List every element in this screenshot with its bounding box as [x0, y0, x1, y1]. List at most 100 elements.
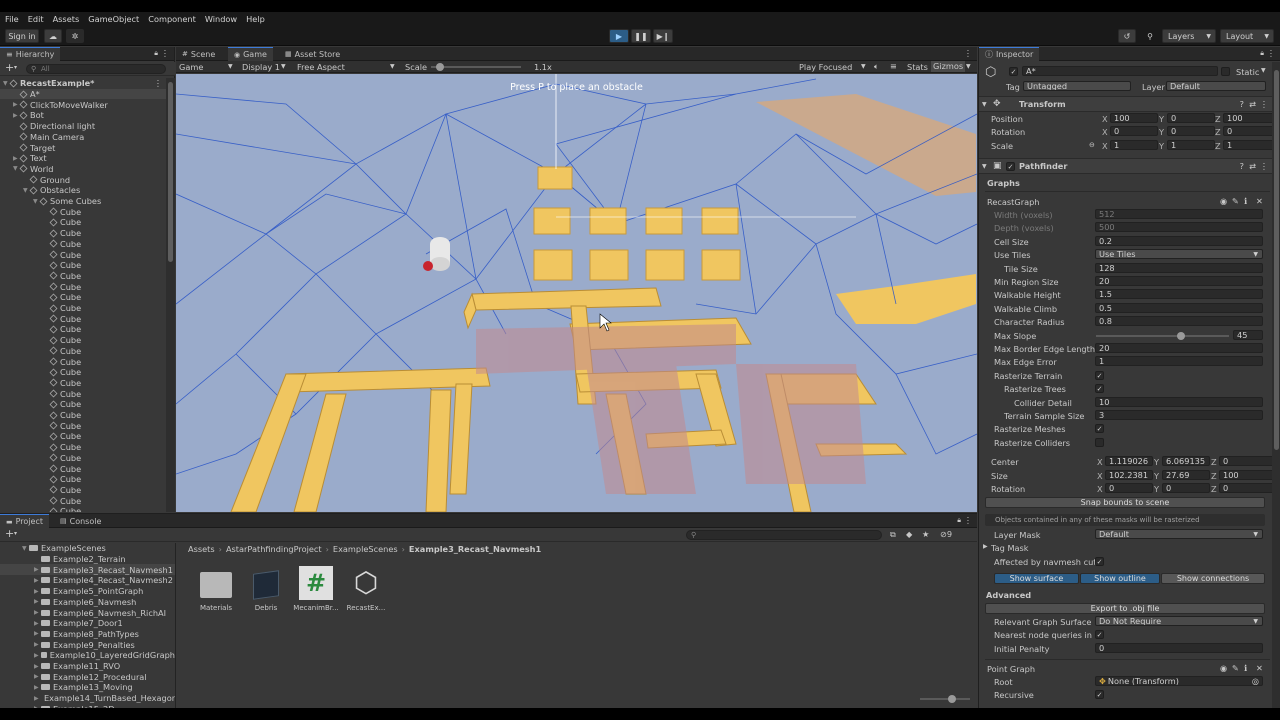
bounds-rotation-x-field[interactable]: 0 [1105, 483, 1153, 493]
scale-slider-thumb[interactable] [436, 63, 444, 71]
kebab-menu-icon[interactable]: ⋮ [154, 78, 162, 88]
hierarchy-item[interactable]: ▼ RecastExample* ⋮ [0, 78, 166, 89]
hierarchy-item[interactable]: Cube [0, 453, 166, 464]
hierarchy-item[interactable]: A* [0, 88, 166, 100]
size-y-field[interactable]: 27.69 [1162, 469, 1210, 480]
snap-bounds-button[interactable]: Snap bounds to scene [985, 497, 1265, 508]
hierarchy-item[interactable]: Cube [0, 442, 166, 453]
foldout-icon[interactable]: ▶ [983, 543, 988, 550]
folder-tree-item[interactable]: ▶ Example12_Procedural [0, 671, 175, 682]
hierarchy-item[interactable]: Cube [0, 388, 166, 399]
bounds-rotation-z-field[interactable]: 0 [1219, 483, 1272, 493]
search-icon[interactable]: ⚲ [1141, 29, 1159, 43]
folder-tree-item[interactable]: ▶ Example15_2D [0, 704, 175, 708]
field-value-input[interactable]: 512 [1095, 209, 1263, 219]
hierarchy-item[interactable]: Main Camera [0, 132, 166, 143]
hierarchy-item[interactable]: Cube [0, 346, 166, 357]
hierarchy-item[interactable]: Cube [0, 495, 166, 506]
hierarchy-item[interactable]: Cube [0, 228, 166, 239]
folder-tree-item[interactable]: ▼ ExampleScenes [0, 543, 175, 554]
close-icon[interactable]: ✕ [1256, 663, 1263, 673]
asset-item[interactable]: # MecanimBr... [292, 566, 340, 612]
navmesh-cuts-checkbox[interactable]: ✓ [1095, 556, 1104, 566]
scale-z-field[interactable]: 1 [1223, 139, 1272, 150]
object-name-field[interactable]: A* [1022, 66, 1218, 76]
foldout-icon[interactable]: ▶ [34, 673, 41, 680]
field-value-input[interactable]: 10 [1095, 396, 1263, 407]
folder-tree-item[interactable]: ▶ Example10_LayeredGridGraph [0, 650, 175, 661]
hierarchy-item[interactable]: Cube [0, 249, 166, 260]
hierarchy-item[interactable]: Cube [0, 313, 166, 324]
cloud-icon[interactable]: ☁ [44, 29, 62, 43]
field-checkbox[interactable]: ✓ [1095, 384, 1104, 394]
hierarchy-item[interactable]: Directional light [0, 121, 166, 132]
kebab-menu-icon[interactable]: ⋮ [161, 48, 169, 58]
history-icon[interactable]: ↺ [1118, 29, 1136, 43]
step-button[interactable]: ▶❙ [653, 29, 673, 43]
menu-item-component[interactable]: Component [148, 14, 196, 24]
field-checkbox[interactable]: ✓ [1095, 370, 1104, 380]
hierarchy-item[interactable]: Cube [0, 356, 166, 367]
field-value-input[interactable]: 20 [1095, 343, 1263, 353]
field-checkbox[interactable] [1095, 437, 1104, 447]
hierarchy-item[interactable]: Cube [0, 506, 166, 512]
foldout-icon[interactable]: ▶ [34, 588, 41, 595]
chevron-down-icon[interactable]: ▾ [14, 530, 17, 537]
folder-tree-item[interactable]: ▶ Example9_Penalties [0, 639, 175, 650]
foldout-icon[interactable]: ▼ [982, 163, 987, 170]
display-dropdown[interactable]: Display 1 [242, 62, 280, 72]
field-value-input[interactable]: 0.2 [1095, 235, 1263, 246]
layer-mask-dropdown[interactable]: Default ▼ [1095, 529, 1263, 539]
rotation-y-field[interactable]: 0 [1167, 126, 1215, 137]
scale-x-field[interactable]: 1 [1110, 139, 1158, 150]
show-outline-button[interactable]: Show outline [1080, 572, 1160, 584]
center-y-field[interactable]: 6.069135 [1162, 456, 1210, 467]
component-enabled-checkbox[interactable]: ✓ [1006, 162, 1015, 171]
tab-console[interactable]: ▤ Console [54, 514, 107, 528]
field-value-input[interactable]: 1 [1095, 356, 1263, 367]
foldout-icon[interactable]: ▶ [34, 566, 41, 573]
eye-icon[interactable]: ◉ [1220, 196, 1227, 206]
tag-dropdown[interactable]: Untagged [1023, 81, 1131, 91]
kebab-menu-icon[interactable]: ⋮ [1260, 99, 1268, 109]
tab-hierarchy[interactable]: ≡ Hierarchy [0, 47, 61, 61]
folder-tree-item[interactable]: ▶ Example7_Door1 [0, 618, 175, 629]
settings-icon[interactable]: ≡ [890, 61, 897, 71]
foldout-icon[interactable]: ▶ [34, 620, 41, 627]
menu-item-gameobject[interactable]: GameObject [88, 14, 139, 24]
hierarchy-item[interactable]: Cube [0, 399, 166, 410]
lock-icon[interactable]: 🔒︎ [154, 49, 158, 58]
help-icon[interactable]: ? [1240, 161, 1244, 171]
hierarchy-item[interactable]: Cube [0, 239, 166, 250]
stats-button[interactable]: Stats [907, 62, 928, 72]
folder-tree-item[interactable]: ▶ Example8_PathTypes [0, 629, 175, 640]
menu-item-help[interactable]: Help [246, 14, 265, 24]
scale-y-field[interactable]: 1 [1167, 139, 1215, 150]
hierarchy-item[interactable]: Cube [0, 303, 166, 314]
scrollbar-thumb[interactable] [1274, 70, 1279, 450]
hierarchy-item[interactable]: Cube [0, 217, 166, 228]
close-icon[interactable]: ✕ [1256, 196, 1263, 206]
hierarchy-item[interactable]: Cube [0, 463, 166, 474]
foldout-icon[interactable]: ▼ [22, 545, 29, 552]
menu-item-edit[interactable]: Edit [28, 14, 44, 24]
game-mode-dropdown[interactable]: Game [179, 62, 203, 72]
hierarchy-item[interactable]: Cube [0, 271, 166, 282]
layers-dropdown[interactable]: Layers ▼ [1162, 29, 1216, 43]
position-y-field[interactable]: 0 [1167, 113, 1215, 123]
hierarchy-item[interactable]: Cube [0, 281, 166, 292]
object-picker-icon[interactable]: ◎ [1252, 677, 1259, 685]
help-icon[interactable]: ? [1240, 99, 1244, 109]
hierarchy-item[interactable]: Cube [0, 324, 166, 335]
component-header[interactable]: ▼ ▣ ✓ Pathfinder? ⇄ ⋮ [979, 158, 1272, 174]
game-viewport[interactable] [176, 74, 977, 512]
add-icon[interactable]: + [5, 62, 14, 74]
layer-dropdown[interactable]: Default [1166, 81, 1266, 91]
tab-inspector[interactable]: ⓘ Inspector [979, 47, 1040, 61]
relevant-surface-dropdown[interactable]: Do Not Require ▼ [1095, 615, 1263, 626]
static-checkbox[interactable] [1221, 67, 1230, 76]
scrollbar-thumb[interactable] [168, 82, 173, 262]
foldout-icon[interactable]: ▶ [34, 609, 41, 616]
hierarchy-scrollbar[interactable] [166, 78, 175, 512]
speaker-icon[interactable]: 🔈︎ [874, 61, 879, 72]
